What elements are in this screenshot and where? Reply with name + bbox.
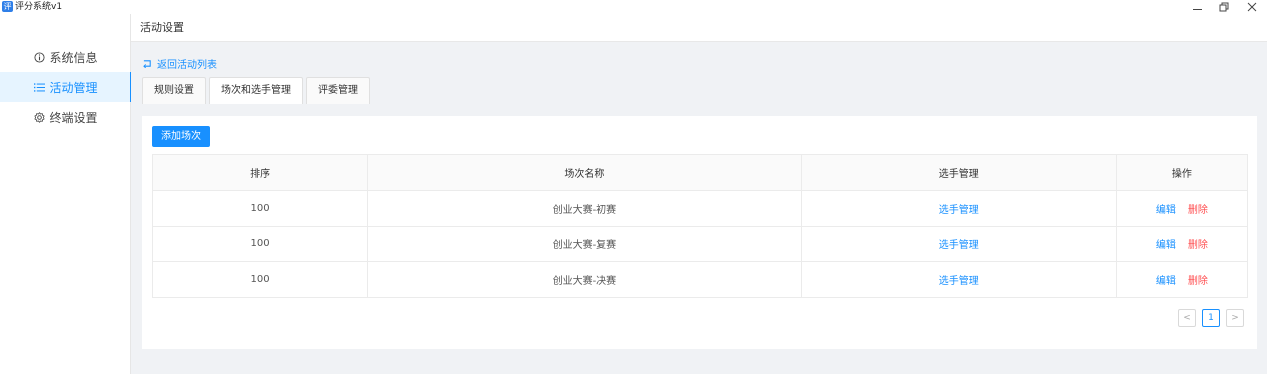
minimize-button[interactable] <box>1185 0 1209 14</box>
sessions-table: 排序 场次名称 选手管理 操作 100 创业大赛-初赛 选手管理 编辑 删除 10… <box>151 154 1249 298</box>
title-bar: 评 评分系统v1 <box>0 0 1267 14</box>
close-icon <box>1247 2 1257 12</box>
tab-judges[interactable]: 评委管理 <box>306 77 370 104</box>
cell-session-name: 创业大赛-复赛 <box>367 225 802 262</box>
delete-link[interactable]: 删除 <box>1188 276 1208 287</box>
pagination: < 1 > <box>1172 309 1244 327</box>
player-management-link[interactable]: 选手管理 <box>939 240 979 251</box>
tab-bar: 规则设置 场次和选手管理 评委管理 <box>142 77 373 104</box>
list-icon <box>33 81 45 93</box>
sidebar-item-label: 活动管理 <box>49 80 98 95</box>
app-logo-icon: 评 <box>2 1 13 12</box>
table-row: 100 创业大赛-初赛 选手管理 编辑 删除 <box>151 190 1249 227</box>
edit-link[interactable]: 编辑 <box>1156 240 1176 251</box>
column-header-order: 排序 <box>151 154 369 191</box>
player-management-link[interactable]: 选手管理 <box>939 276 979 287</box>
sidebar-item-system-info[interactable]: 系统信息 <box>0 42 131 72</box>
page-header: 活动设置 <box>131 14 1267 42</box>
column-header-player-management: 选手管理 <box>800 154 1117 191</box>
restore-icon <box>1219 2 1229 12</box>
gear-icon <box>33 111 45 123</box>
app-title: 评分系统v1 <box>15 2 63 12</box>
edit-link[interactable]: 编辑 <box>1156 276 1176 287</box>
player-management-link[interactable]: 选手管理 <box>939 205 979 216</box>
main-content: 返回活动列表 规则设置 场次和选手管理 评委管理 添加场次 排序 场次名称 选手… <box>131 42 1267 374</box>
sessions-panel: 添加场次 排序 场次名称 选手管理 操作 100 创业大赛-初赛 选手管理 编辑… <box>142 116 1257 349</box>
sidebar: 系统信息 活动管理 终端设置 <box>0 14 132 374</box>
page-1-button[interactable]: 1 <box>1202 309 1220 327</box>
tab-sessions-and-players[interactable]: 场次和选手管理 <box>209 77 303 104</box>
edit-link[interactable]: 编辑 <box>1156 205 1176 216</box>
cell-order: 100 <box>151 225 369 262</box>
table-row: 100 创业大赛-决赛 选手管理 编辑 删除 <box>151 261 1249 298</box>
page-title: 活动设置 <box>140 21 184 34</box>
table-row: 100 创业大赛-复赛 选手管理 编辑 删除 <box>151 225 1249 262</box>
sidebar-item-activity-management[interactable]: 活动管理 <box>0 72 132 102</box>
info-circle-icon <box>33 51 45 63</box>
cell-order: 100 <box>151 190 369 227</box>
column-header-actions: 操作 <box>1115 154 1249 191</box>
close-button[interactable] <box>1240 0 1264 14</box>
back-to-activity-list-link[interactable]: 返回活动列表 <box>143 56 217 71</box>
sidebar-item-label: 终端设置 <box>49 110 98 125</box>
back-link-label: 返回活动列表 <box>157 60 217 71</box>
column-header-session-name: 场次名称 <box>367 154 802 191</box>
delete-link[interactable]: 删除 <box>1188 205 1208 216</box>
sidebar-item-label: 系统信息 <box>49 50 98 65</box>
sidebar-item-terminal-settings[interactable]: 终端设置 <box>0 102 131 132</box>
table-header-row: 排序 场次名称 选手管理 操作 <box>151 154 1249 191</box>
delete-link[interactable]: 删除 <box>1188 240 1208 251</box>
prev-page-button[interactable]: < <box>1178 309 1196 327</box>
return-icon <box>143 59 152 68</box>
add-session-button[interactable]: 添加场次 <box>152 126 210 147</box>
cell-session-name: 创业大赛-初赛 <box>367 190 802 227</box>
tab-rules[interactable]: 规则设置 <box>142 77 206 104</box>
restore-button[interactable] <box>1212 0 1236 14</box>
cell-session-name: 创业大赛-决赛 <box>367 261 802 298</box>
cell-order: 100 <box>151 261 369 298</box>
next-page-button[interactable]: > <box>1226 309 1244 327</box>
minimize-icon <box>1192 9 1202 10</box>
